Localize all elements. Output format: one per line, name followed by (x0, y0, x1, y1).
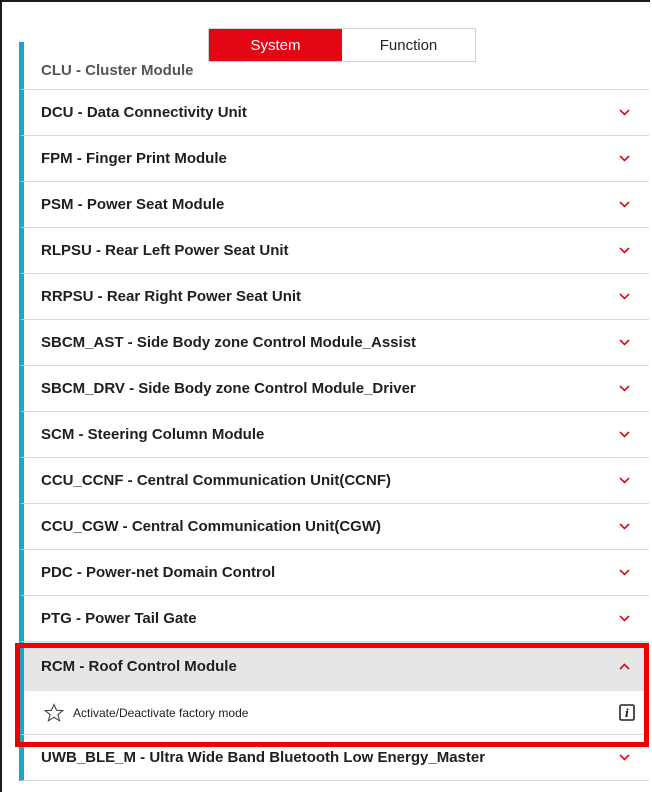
list-item[interactable]: SBCM_DRV - Side Body zone Control Module… (19, 366, 649, 412)
list-item-label: CCU_CCNF - Central Communication Unit(CC… (41, 472, 391, 489)
list-item-label: SBCM_DRV - Side Body zone Control Module… (41, 380, 416, 397)
list-item[interactable]: PDC - Power-net Domain Control (19, 550, 649, 596)
chevron-down-icon[interactable] (617, 106, 631, 120)
list-item[interactable]: RLPSU - Rear Left Power Seat Unit (19, 228, 649, 274)
list-item-label: DCU - Data Connectivity Unit (41, 104, 247, 121)
list-item-label: SCM - Steering Column Module (41, 426, 265, 443)
chevron-down-icon[interactable] (617, 382, 631, 396)
list-item[interactable]: FPM - Finger Print Module (19, 136, 649, 182)
list-item-label: PTG - Power Tail Gate (41, 610, 197, 627)
list-item-label: SBCM_AST - Side Body zone Control Module… (41, 334, 417, 351)
list-item[interactable]: CCU_CGW - Central Communication Unit(CGW… (19, 504, 649, 550)
list-items: DCU - Data Connectivity Unit FPM - Finger… (19, 90, 649, 642)
toggle-system[interactable]: System (209, 29, 342, 61)
list-item[interactable]: PTG - Power Tail Gate (19, 596, 649, 642)
list-item[interactable]: SBCM_AST - Side Body zone Control Module… (19, 320, 649, 366)
list-item-label: UWB_BLE_M - Ultra Wide Band Bluetooth Lo… (41, 749, 486, 766)
toggle-function[interactable]: Function (342, 29, 475, 61)
list-item-label: PSM - Power Seat Module (41, 196, 225, 213)
chevron-down-icon[interactable] (617, 428, 631, 442)
chevron-down-icon[interactable] (617, 520, 631, 534)
list-item[interactable]: RRPSU - Rear Right Power Seat Unit (19, 274, 649, 320)
app-frame: System Function CLU - Cluster Module DCU… (0, 0, 650, 792)
list-item-label: RCM - Roof Control Module (41, 658, 237, 675)
chevron-down-icon[interactable] (617, 152, 631, 166)
list-item-label: RLPSU - Rear Left Power Seat Unit (41, 242, 289, 259)
chevron-down-icon[interactable] (617, 751, 631, 765)
view-toggle: System Function (208, 28, 476, 62)
list-item-label: CLU - Cluster Module (41, 62, 194, 79)
list-item-label: CCU_CGW - Central Communication Unit(CGW… (41, 518, 381, 535)
chevron-down-icon[interactable] (617, 336, 631, 350)
chevron-down-icon[interactable] (617, 290, 631, 304)
list-item-rcm[interactable]: RCM - Roof Control Module (19, 642, 649, 691)
chevron-down-icon[interactable] (617, 198, 631, 212)
function-item-label: Activate/Deactivate factory mode (73, 705, 249, 720)
chevron-up-icon[interactable] (617, 660, 631, 674)
chevron-down-icon[interactable] (617, 612, 631, 626)
chevron-down-icon[interactable] (617, 474, 631, 488)
info-icon[interactable]: i (619, 704, 635, 721)
svg-text:i: i (625, 707, 629, 720)
star-outline-icon[interactable] (44, 702, 64, 723)
list-item[interactable]: CCU_CCNF - Central Communication Unit(CC… (19, 458, 649, 504)
list-item-label: RRPSU - Rear Right Power Seat Unit (41, 288, 302, 305)
list-item-uwb[interactable]: UWB_BLE_M - Ultra Wide Band Bluetooth Lo… (19, 735, 649, 781)
list-item[interactable]: PSM - Power Seat Module (19, 182, 649, 228)
list-item[interactable]: SCM - Steering Column Module (19, 412, 649, 458)
chevron-down-icon[interactable] (617, 244, 631, 258)
function-item-factory-mode[interactable]: Activate/Deactivate factory mode i (19, 691, 649, 735)
list-item-label: FPM - Finger Print Module (41, 150, 227, 167)
list-item-label: PDC - Power-net Domain Control (41, 564, 276, 581)
chevron-down-icon[interactable] (617, 566, 631, 580)
list-item[interactable]: DCU - Data Connectivity Unit (19, 90, 649, 136)
system-list: CLU - Cluster Module DCU - Data Connecti… (19, 42, 649, 781)
